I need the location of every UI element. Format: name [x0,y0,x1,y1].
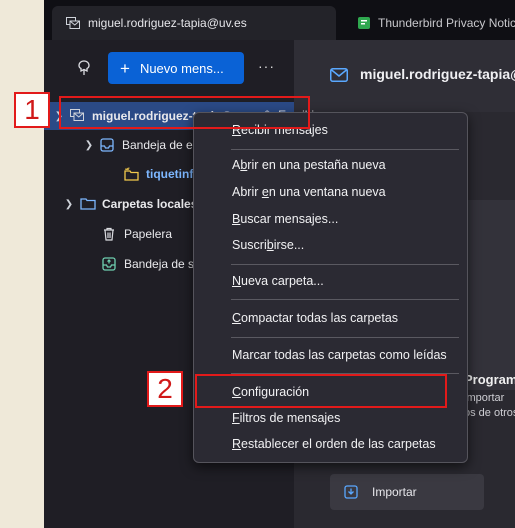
menu-item-reset-folder-order[interactable]: Restablecer el orden de las carpetas [232,437,436,451]
chevron-down-icon[interactable]: ❯ [82,140,96,151]
menu-item-mark-all-read[interactable]: Marcar todas las carpetas como leídas [232,348,447,362]
local-folders-label: Carpetas locales [102,197,198,211]
menu-separator [231,337,459,338]
mail-accounts-icon [66,17,80,29]
menu-item-open-new-tab[interactable]: Abrir en una pestaña nueva [232,158,386,172]
privacy-notice-icon [358,17,370,29]
inbox-icon [100,138,116,152]
tab-account-label: miguel.rodriguez-tapia@uv.es [88,16,247,30]
get-messages-icon[interactable] [74,58,94,78]
menu-item-subscribe[interactable]: Suscribirse... [232,238,304,252]
step-badge-2: 2 [147,371,183,407]
menu-separator [231,149,459,150]
tab-account[interactable]: miguel.rodriguez-tapia@uv.es [52,6,336,40]
menu-separator [231,299,459,300]
import-button-label: Importar [372,485,417,499]
highlight-settings-item [195,374,447,408]
plus-icon: + [120,58,130,78]
folder-pane-toolbar: + Nuevo mens... ··· [44,50,294,86]
mail-icon [330,68,348,87]
folder-context-menu: Recibir mensajes Abrir en una pestaña nu… [193,112,468,463]
tab-privacy-notice[interactable]: Thunderbird Privacy Notice [344,6,515,40]
trash-icon [102,227,118,241]
outbox-icon [102,257,118,271]
import-description-2: os de otros [464,407,515,419]
highlight-account-row [59,96,310,129]
step-badge-1: 1 [14,92,50,128]
trash-label: Papelera [124,227,173,241]
import-description-1: importar [464,392,505,404]
chevron-down-icon[interactable]: ❯ [62,199,76,210]
menu-item-message-filters[interactable]: Filtros de mensajes [232,411,340,425]
new-folder-icon [124,167,140,181]
menu-separator [231,264,459,265]
menu-item-search-messages[interactable]: Buscar mensajes... [232,212,338,226]
more-options-button[interactable]: ··· [258,58,275,74]
menu-item-open-new-window[interactable]: Abrir en una ventana nueva [232,185,386,199]
menu-item-new-folder[interactable]: Nueva carpeta... [232,274,324,288]
thunderbird-window: miguel.rodriguez-tapia@uv.es Thunderbird… [44,0,515,528]
new-message-button[interactable]: + Nuevo mens... [108,52,244,84]
account-header: miguel.rodriguez-tapia@uv.es [294,40,515,112]
new-message-label: Nuevo mens... [139,60,224,76]
import-button[interactable]: Importar [330,474,484,510]
import-icon [344,485,358,499]
tab-privacy-label: Thunderbird Privacy Notice [378,16,515,30]
folder-icon [80,197,96,211]
account-title: miguel.rodriguez-tapia@uv.es [360,66,515,82]
section-heading: Programa [464,372,515,387]
menu-item-compact-folders[interactable]: Compactar todas las carpetas [232,311,398,325]
tab-bar: miguel.rodriguez-tapia@uv.es Thunderbird… [44,0,515,40]
